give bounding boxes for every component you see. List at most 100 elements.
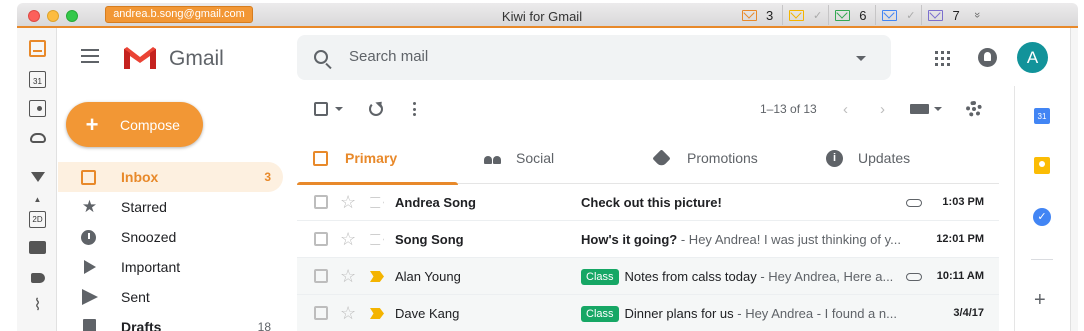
search-options-icon[interactable] — [856, 56, 866, 61]
label-icon[interactable] — [29, 269, 46, 286]
attachment-icon[interactable]: ⌇ — [29, 296, 46, 314]
account-badge-5[interactable]: 7 » — [921, 5, 986, 25]
search-icon[interactable] — [314, 50, 328, 64]
row-checkbox[interactable] — [314, 306, 328, 320]
email-preview: - Hey Andrea - I found a n... — [733, 306, 897, 321]
email-preview: - Hey Andrea, Here a... — [756, 269, 894, 284]
label-chip[interactable]: Class — [581, 269, 619, 285]
prev-page-icon[interactable]: ‹ — [843, 101, 848, 118]
mail-icon[interactable] — [29, 241, 46, 254]
inbox-icon — [313, 150, 328, 166]
app-dock: 31 ▲ 2D ⌇ — [17, 28, 57, 331]
more-options-icon[interactable] — [413, 102, 416, 116]
attachment-icon — [906, 273, 922, 281]
avatar[interactable]: A — [1017, 42, 1048, 73]
filter-icon[interactable] — [29, 168, 46, 185]
row-checkbox[interactable] — [314, 269, 328, 283]
gear-icon[interactable] — [966, 101, 982, 117]
sidebar-item-sent[interactable]: Sent — [58, 282, 283, 312]
sidebar-item-label: Important — [121, 259, 181, 275]
star-icon[interactable]: ☆ — [340, 192, 356, 213]
account-badge-2[interactable]: ✓ — [782, 5, 828, 25]
sidebar-item-snoozed[interactable]: Snoozed — [58, 222, 283, 252]
apps-grid-icon[interactable] — [935, 51, 950, 66]
email-list: ☆ Andrea Song Check out this picture! 1:… — [297, 184, 999, 331]
sidebar-item-important[interactable]: Important — [58, 252, 283, 282]
side-panel: 31 ✓ + — [1014, 86, 1070, 331]
email-row[interactable]: ☆ Alan Young Class Notes from calss today… — [297, 258, 999, 295]
email-content: Class Notes from calss today - Hey Andrea… — [581, 269, 911, 285]
zoom-window-button[interactable] — [66, 10, 78, 22]
account-badge-4[interactable]: ✓ — [875, 5, 921, 25]
add-addon-icon[interactable]: + — [1034, 289, 1046, 312]
account-switcher[interactable]: andrea.b.song@gmail.com — [105, 6, 253, 23]
tab-label: Updates — [858, 150, 911, 166]
minimize-window-button[interactable] — [47, 10, 59, 22]
main-menu-icon[interactable] — [81, 49, 99, 63]
star-icon[interactable]: ☆ — [340, 266, 356, 287]
input-tools-caret-icon[interactable] — [934, 107, 942, 111]
sidebar-nav: Inbox 3 ★ Starred Snoozed Important Sent… — [58, 162, 283, 331]
tab-updates[interactable]: i Updates — [810, 132, 980, 184]
account-badge-3[interactable]: 6 — [828, 5, 875, 25]
refresh-icon[interactable] — [369, 102, 383, 116]
close-window-button[interactable] — [28, 10, 40, 22]
people-icon — [484, 150, 502, 167]
window-title: Kiwi for Gmail — [501, 9, 583, 24]
envelope-icon — [928, 9, 944, 21]
chevron-double-down-icon[interactable]: » — [972, 12, 984, 18]
label-chip[interactable]: Class — [581, 306, 619, 322]
important-marker-icon[interactable] — [370, 271, 384, 282]
important-marker-icon[interactable] — [370, 308, 384, 319]
sidebar-item-drafts[interactable]: Drafts 18 — [58, 312, 283, 331]
email-sender: Alan Young — [395, 269, 461, 284]
select-all-checkbox[interactable] — [314, 102, 328, 116]
send-icon — [81, 289, 98, 306]
tab-social[interactable]: Social — [468, 132, 638, 184]
account-badges: 3 ✓ 6 ✓ 7 » — [736, 4, 987, 26]
check-icon: ✓ — [813, 9, 823, 22]
tab-primary[interactable]: Primary — [297, 132, 458, 185]
compose-label: Compose — [120, 116, 180, 133]
select-options-icon[interactable] — [335, 107, 343, 111]
category-tabs: Primary Social Promotions i Updates — [297, 132, 999, 185]
row-checkbox[interactable] — [314, 195, 328, 209]
star-icon[interactable]: ☆ — [340, 229, 356, 250]
important-icon — [81, 259, 98, 276]
zoom-icon[interactable]: 2D — [29, 211, 46, 228]
envelope-icon — [882, 9, 898, 21]
email-row[interactable]: ☆ Dave Kang Class Dinner plans for us - H… — [297, 295, 999, 331]
search-bar — [297, 35, 891, 80]
calendar-icon[interactable]: 31 — [1034, 108, 1050, 124]
important-marker-icon[interactable] — [370, 197, 384, 208]
email-sender: Andrea Song — [395, 195, 476, 210]
info-icon: i — [826, 149, 843, 167]
zoom-icon-label: 2D — [32, 215, 43, 224]
search-input[interactable] — [349, 48, 829, 65]
email-row[interactable]: ☆ Andrea Song Check out this picture! 1:… — [297, 184, 999, 221]
envelope-icon — [742, 9, 757, 21]
row-checkbox[interactable] — [314, 232, 328, 246]
gmail-logo-icon[interactable] — [122, 45, 158, 71]
input-tools-icon[interactable] — [910, 104, 929, 114]
important-marker-icon[interactable] — [370, 234, 384, 245]
scroll-up-icon[interactable]: ▲ — [29, 191, 46, 208]
account-count: 6 — [859, 7, 867, 23]
inbox-icon[interactable] — [29, 40, 46, 57]
notifications-icon[interactable] — [978, 48, 997, 67]
keep-icon[interactable] — [1034, 157, 1050, 174]
compose-button[interactable]: + Compose — [66, 102, 203, 147]
star-icon[interactable]: ☆ — [340, 303, 356, 324]
email-row[interactable]: ☆ Song Song How's it going? - Hey Andrea… — [297, 221, 999, 258]
tasks-icon[interactable]: ✓ — [1033, 208, 1051, 226]
sidebar-item-inbox[interactable]: Inbox 3 — [58, 162, 283, 192]
next-page-icon[interactable]: › — [880, 101, 885, 118]
drive-icon[interactable] — [29, 129, 46, 146]
window-edge — [1070, 28, 1078, 331]
contacts-icon[interactable] — [29, 100, 46, 117]
check-icon: ✓ — [906, 9, 916, 22]
sidebar-item-starred[interactable]: ★ Starred — [58, 192, 283, 222]
account-badge-1[interactable]: 3 — [736, 5, 782, 25]
tab-promotions[interactable]: Promotions — [639, 132, 809, 184]
calendar-icon[interactable]: 31 — [29, 71, 46, 88]
